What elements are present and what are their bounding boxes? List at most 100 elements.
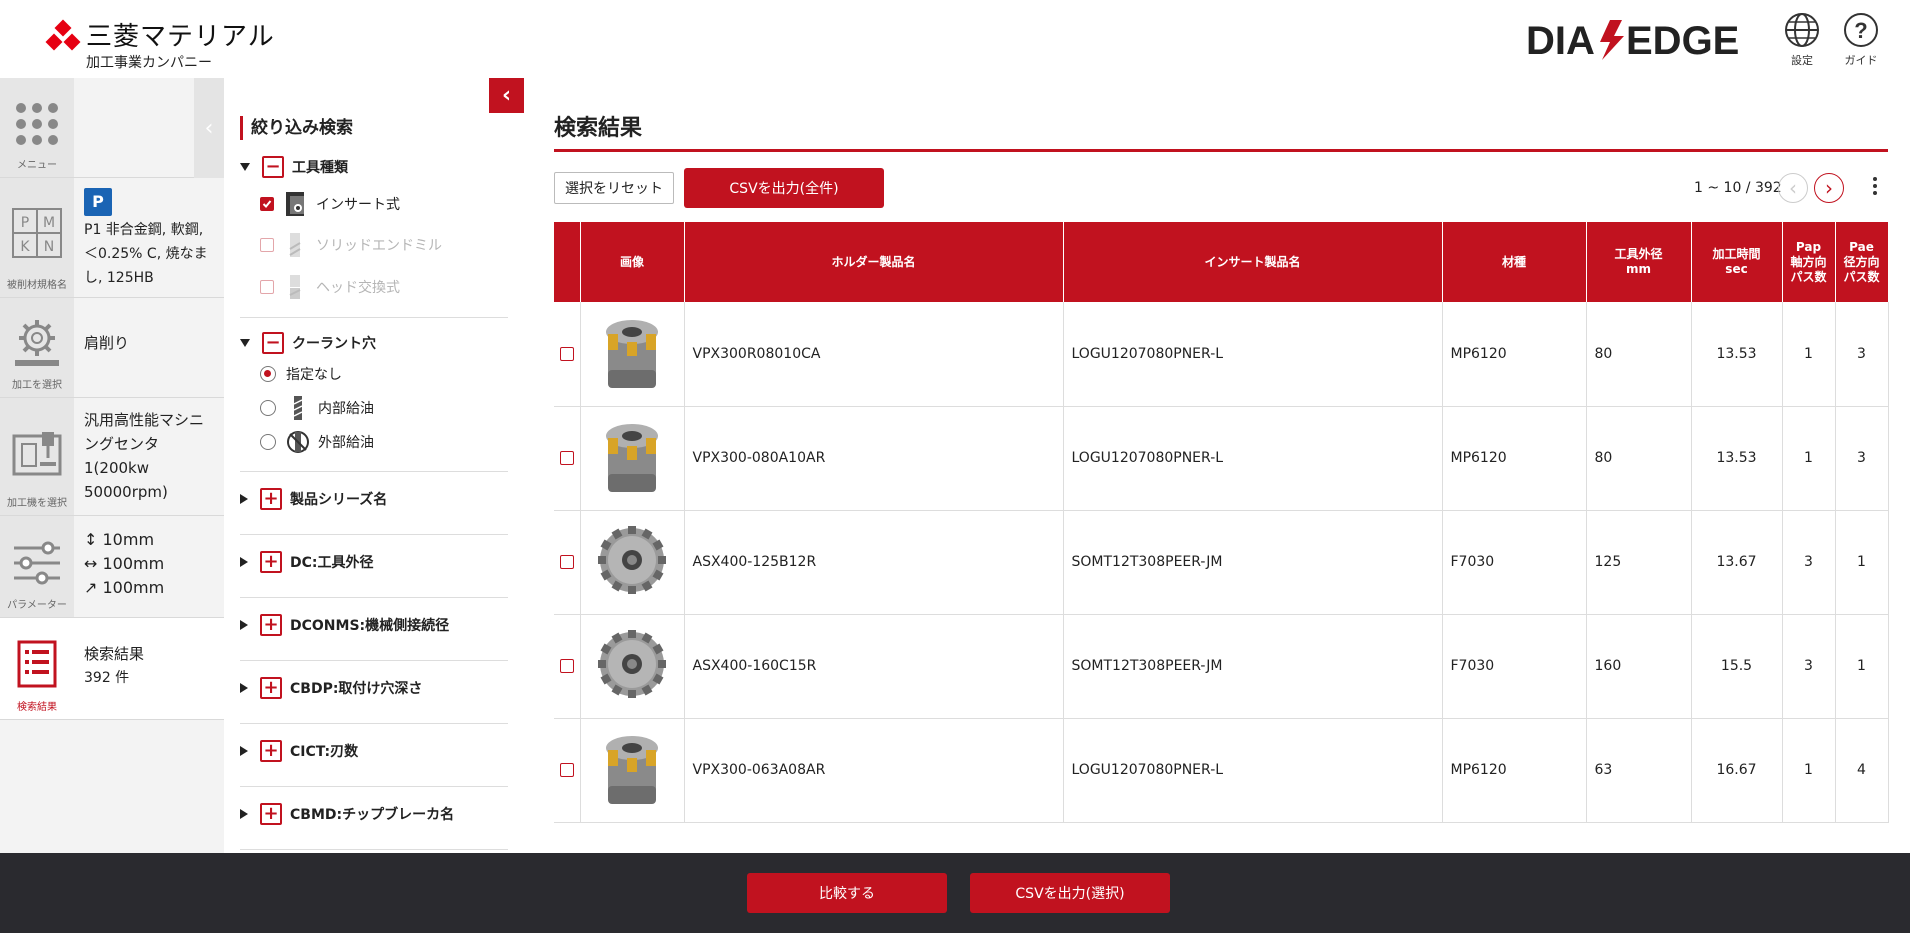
cell-pap: 3 [1782, 510, 1836, 615]
cell-holder[interactable]: ASX400-125B12R [684, 510, 1064, 615]
cell-holder[interactable]: VPX300R08010CA [684, 302, 1064, 407]
cell-pae: 3 [1835, 406, 1889, 511]
radio-button[interactable] [260, 400, 276, 416]
nav-item-process[interactable]: 加工を選択 肩削り [0, 298, 224, 398]
globe-icon [1785, 13, 1819, 47]
table-row[interactable]: VPX300-080A10AR LOGU1207080PNER-L MP6120 80… [554, 406, 1889, 511]
cell-diameter: 63 [1586, 718, 1692, 823]
cell-time: 13.53 [1691, 406, 1783, 511]
grid-menu-icon [16, 103, 58, 145]
row-checkbox[interactable] [559, 451, 574, 465]
table-row[interactable]: VPX300-063A08AR LOGU1207080PNER-L MP6120 63… [554, 718, 1889, 823]
cell-holder[interactable]: VPX300-063A08AR [684, 718, 1064, 823]
cell-grade: F7030 [1442, 614, 1587, 719]
column-header-grade[interactable]: 材種 [1442, 222, 1587, 302]
param-width: ↔ 100mm [84, 554, 165, 573]
plus-icon: + [260, 614, 282, 636]
filter-group-cict[interactable]: + CICT:刃数 [240, 740, 508, 762]
nav-item-machine[interactable]: 加工機を選択 汎用高性能マシニングセンタ1(200kw 50000rpm) [0, 398, 224, 516]
cell-insert[interactable]: LOGU1207080PNER-L [1063, 718, 1443, 823]
filter-option-coolant-internal[interactable]: 内部給油 [260, 394, 374, 422]
nav-item-results[interactable]: 検索結果 検索結果 392 件 [0, 618, 224, 720]
svg-text:DIA: DIA [1526, 19, 1595, 62]
row-checkbox[interactable] [559, 346, 574, 361]
divider [240, 723, 508, 724]
cell-insert[interactable]: LOGU1207080PNER-L [1063, 406, 1443, 511]
row-checkbox[interactable] [559, 763, 574, 777]
filter-group-tool-type[interactable]: − 工具種類 [240, 156, 508, 178]
row-checkbox[interactable] [559, 659, 574, 673]
filter-group-label: CBDP:取付け穴深さ [290, 681, 423, 697]
guide-button[interactable]: ? ガイド [1836, 12, 1886, 68]
cell-diameter: 125 [1586, 510, 1692, 615]
results-count: 392 件 [84, 670, 130, 686]
filter-option-insert[interactable]: インサート式 [260, 190, 400, 218]
csv-export-selected-button[interactable]: CSVを出力(選択) [970, 873, 1170, 913]
prev-page-button[interactable]: ‹ [1778, 173, 1808, 203]
cell-holder[interactable]: VPX300-080A10AR [684, 406, 1064, 511]
column-header-time[interactable]: 加工時間 sec [1691, 222, 1783, 302]
nav-material-cell[interactable]: P M K N 被削材規格名 [0, 178, 74, 297]
filter-group-dconms[interactable]: + DCONMS:機械側接続径 [240, 614, 508, 636]
internal-coolant-icon [293, 396, 303, 420]
more-options-button[interactable] [1868, 174, 1882, 202]
filter-option-coolant-external[interactable]: 外部給油 [260, 428, 374, 456]
filter-group-cbmd[interactable]: + CBMD:チップブレーカ名 [240, 803, 508, 825]
filter-group-cbdp[interactable]: + CBDP:取付け穴深さ [240, 677, 508, 699]
csv-export-all-button[interactable]: CSVを出力(全件) [684, 168, 884, 208]
results-label: 検索結果 [84, 645, 145, 663]
row-select-cell[interactable] [554, 614, 581, 719]
table-row[interactable]: ASX400-125B12R SOMT12T308PEER-JM F7030 125 1… [554, 510, 1889, 615]
next-page-button[interactable]: › [1814, 173, 1844, 203]
nav-collapse-button[interactable]: ‹ [194, 78, 224, 178]
divider [240, 534, 508, 535]
cell-insert[interactable]: SOMT12T308PEER-JM [1063, 510, 1443, 615]
radio-button[interactable] [260, 366, 276, 382]
nav-menu-cell[interactable]: メニュー [0, 78, 74, 177]
row-checkbox[interactable] [559, 555, 574, 569]
divider [240, 849, 508, 850]
caret-right-icon [240, 557, 248, 567]
cell-holder[interactable]: ASX400-160C15R [684, 614, 1064, 719]
checkbox[interactable] [260, 197, 274, 211]
column-header-pae[interactable]: Pae 径方向パス数 [1835, 222, 1889, 302]
filter-option-label: 指定なし [286, 367, 342, 383]
cell-grade: MP6120 [1442, 718, 1587, 823]
nav-item-material[interactable]: P M K N 被削材規格名 P P1 非合金鋼, 軟鋼, ＜0.25% C, … [0, 178, 224, 298]
radio-button[interactable] [260, 434, 276, 450]
compare-button[interactable]: 比較する [747, 873, 947, 913]
row-select-cell[interactable] [554, 718, 581, 823]
svg-text:?: ? [1854, 18, 1867, 43]
main-content: 検索結果 選択をリセット CSVを出力(全件) 1 ~ 10 / 392 ‹ ›… [524, 78, 1910, 853]
nav-item-menu[interactable]: メニュー ‹ [0, 78, 224, 178]
row-select-cell[interactable] [554, 302, 581, 407]
row-select-cell[interactable] [554, 406, 581, 511]
table-row[interactable]: ASX400-160C15R SOMT12T308PEER-JM F7030 160 1… [554, 614, 1889, 719]
nav-caption: メニュー [17, 160, 57, 171]
reset-selection-button[interactable]: 選択をリセット [554, 172, 674, 204]
filter-group-label: CICT:刃数 [290, 744, 359, 760]
column-header-holder[interactable]: ホルダー製品名 [684, 222, 1064, 302]
column-header-pap[interactable]: Pap 軸方向パス数 [1782, 222, 1836, 302]
column-header-insert[interactable]: インサート製品名 [1063, 222, 1443, 302]
filter-option-coolant-none[interactable]: 指定なし [260, 364, 342, 384]
cell-insert[interactable]: LOGU1207080PNER-L [1063, 302, 1443, 407]
filter-group-coolant[interactable]: − クーラント穴 [240, 332, 508, 354]
filter-option-label: 外部給油 [318, 435, 374, 451]
filter-group-series[interactable]: + 製品シリーズ名 [240, 488, 508, 510]
filter-collapse-button[interactable]: ‹ [489, 78, 524, 113]
settings-button[interactable]: 設定 [1777, 12, 1827, 68]
nav-machine-cell[interactable]: 加工機を選択 [0, 398, 74, 515]
caret-right-icon [240, 683, 248, 693]
nav-caption: パラメーター [7, 600, 67, 611]
cell-insert[interactable]: SOMT12T308PEER-JM [1063, 614, 1443, 719]
nav-parameters-cell[interactable]: パラメーター [0, 516, 74, 617]
footer-bar: 比較する CSVを出力(選択) [0, 853, 1910, 933]
nav-item-parameters[interactable]: パラメーター ↕ 10mm ↔ 100mm ↗ 100mm [0, 516, 224, 618]
filter-group-dc[interactable]: + DC:工具外径 [240, 551, 508, 573]
row-select-cell[interactable] [554, 510, 581, 615]
column-header-diameter[interactable]: 工具外径 mm [1586, 222, 1692, 302]
nav-results-cell[interactable]: 検索結果 [0, 618, 74, 719]
table-row[interactable]: VPX300R08010CA LOGU1207080PNER-L MP6120 80 1… [554, 302, 1889, 407]
nav-process-cell[interactable]: 加工を選択 [0, 298, 74, 397]
